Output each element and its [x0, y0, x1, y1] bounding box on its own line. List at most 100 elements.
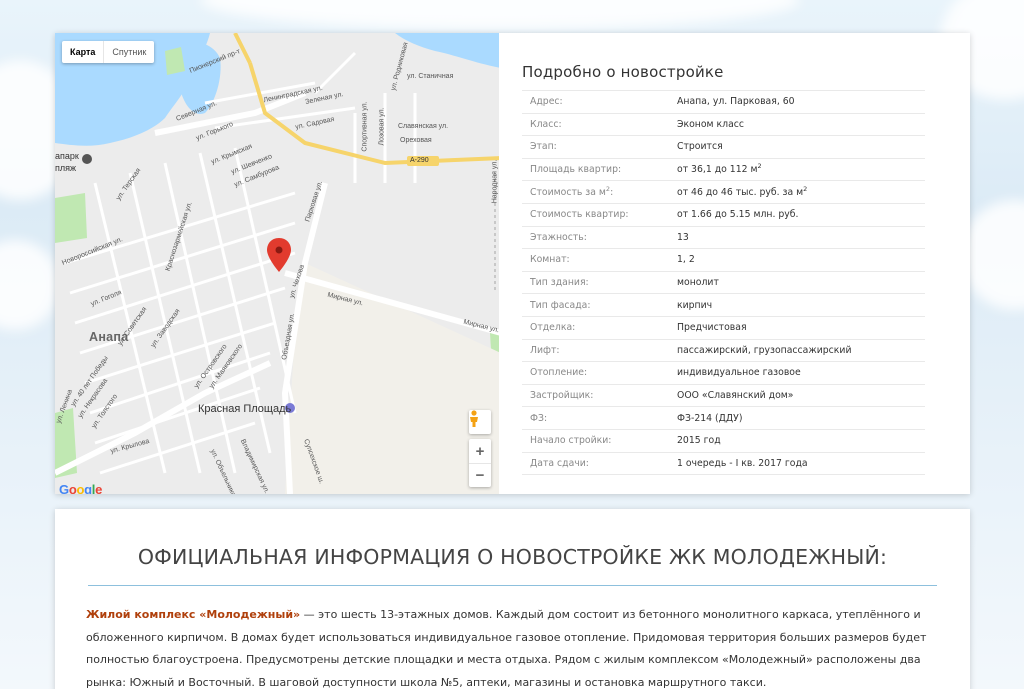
details-value-text: 1, 2 — [677, 254, 695, 266]
street-label: Спортивная ул. — [361, 101, 369, 152]
details-value: ФЗ-214 (ДДУ) — [677, 406, 925, 430]
details-value-text: 2015 год — [677, 435, 721, 447]
details-value-text: индивидуальное газовое — [677, 367, 801, 379]
details-value-text: Строится — [677, 141, 723, 153]
details-key-text: Отопление: — [530, 367, 588, 379]
details-key: Тип здания: — [522, 270, 677, 294]
details-value: кирпич — [677, 293, 925, 317]
cloud-decoration — [200, 0, 800, 30]
details-row: Отделка: Предчистовая — [522, 315, 925, 340]
details-title: Подробно о новостройке — [522, 63, 724, 81]
details-key-text: Тип фасада: — [530, 299, 591, 311]
details-row: Стоимость квартир: от 1.66 до 5.15 млн. р… — [522, 202, 925, 227]
details-key-text: Комнат: — [530, 254, 570, 266]
details-value-text: 13 — [677, 231, 689, 243]
details-key-text: Лифт: — [530, 344, 560, 356]
highway-label: А-290 — [410, 157, 429, 164]
details-key-text: Начало стройки: — [530, 435, 612, 447]
details-row: Тип фасада: кирпич — [522, 293, 925, 317]
details-key: Площадь квартир: — [522, 157, 677, 181]
google-logo: Google — [59, 482, 102, 494]
details-value: 1 очередь - I кв. 2017 года — [677, 451, 925, 476]
details-key: Этап: — [522, 135, 677, 159]
details-value: Предчистовая — [677, 315, 925, 340]
details-key-text: Стоимость квартир: — [530, 209, 629, 221]
details-key-text: Класс: — [530, 118, 562, 130]
details-row: Этап: Строится — [522, 135, 925, 159]
details-key-text: ФЗ: — [530, 412, 548, 424]
details-key-text: Этап: — [530, 141, 557, 153]
details-value: 2015 год — [677, 428, 925, 452]
details-value: от 36,1 до 112 м2 — [677, 157, 925, 181]
map-canvas[interactable] — [55, 33, 499, 494]
details-row: Этажность: 13 — [522, 225, 925, 249]
google-logo-letter: g — [84, 482, 92, 494]
cloud-decoration — [0, 240, 60, 330]
google-logo-letter: G — [59, 482, 69, 494]
map-view[interactable]: Анапа Красная Площадь А-290 апарк пляж П… — [55, 33, 499, 494]
details-key-text: Площадь квартир: — [530, 164, 622, 176]
map-type-toggle: Карта Спутник — [62, 41, 155, 63]
details-value: от 46 до 46 тыс. руб. за м2 — [677, 180, 925, 204]
details-key: Отделка: — [522, 315, 677, 340]
official-info-card: ОФИЦИАЛЬНАЯ ИНФОРМАЦИЯ О НОВОСТРОЙКЕ ЖК … — [55, 509, 970, 689]
details-key-text: Дата сдачи: — [530, 457, 589, 469]
google-logo-letter: o — [76, 482, 85, 494]
details-row: Стоимость за м2: от 46 до 46 тыс. руб. за… — [522, 180, 925, 204]
details-row: Комнат: 1, 2 — [522, 248, 925, 272]
details-value: Строится — [677, 135, 925, 159]
details-key: Отопление: — [522, 361, 677, 385]
beach-label: пляж — [55, 163, 77, 173]
complex-name-link[interactable]: Жилой комплекс «Молодежный» — [86, 608, 300, 621]
details-key-tail: : — [610, 186, 614, 198]
details-row: Отопление: индивидуальное газовое — [522, 361, 925, 385]
street-view-button[interactable] — [469, 410, 491, 434]
street-label: Лозовая ул. — [378, 107, 386, 146]
details-key-text: Стоимость за м — [530, 186, 606, 198]
park-label: апарк — [55, 151, 79, 161]
details-value-text: Анапа, ул. Парковая, 60 — [677, 96, 795, 108]
street-label: Народная ул. — [491, 159, 499, 204]
zoom-out-button[interactable]: − — [469, 463, 491, 487]
details-key: Тип фасада: — [522, 293, 677, 317]
details-key-text: Тип здания: — [530, 277, 589, 289]
details-row: Класс: Эконом класс — [522, 112, 925, 136]
street-label: Ореховая — [400, 137, 432, 144]
details-value-text: кирпич — [677, 299, 713, 311]
zoom-controls: + − — [469, 439, 491, 487]
details-value-text: от 36,1 до 112 м — [677, 164, 758, 176]
details-value: Эконом класс — [677, 112, 925, 136]
details-value-text: Эконом класс — [677, 118, 745, 130]
details-value-text: 1 очередь - I кв. 2017 года — [677, 457, 808, 469]
details-row: Начало стройки: 2015 год — [522, 428, 925, 452]
building-details: Подробно о новостройке Адрес: Анапа, ул. … — [499, 33, 970, 494]
details-row: Адрес: Анапа, ул. Парковая, 60 — [522, 90, 925, 114]
details-value: индивидуальное газовое — [677, 361, 925, 385]
details-value: 13 — [677, 225, 925, 249]
pegman-icon — [470, 410, 478, 427]
details-table: Адрес: Анапа, ул. Парковая, 60 Класс: Эконо… — [522, 90, 925, 476]
map-type-map-button[interactable]: Карта — [62, 41, 103, 63]
details-row: Лифт: пассажирский, грузопассажирский — [522, 338, 925, 362]
details-key: Класс: — [522, 112, 677, 136]
details-row: Застройщик: ООО «Славянский дом» — [522, 383, 925, 407]
details-row: Дата сдачи: 1 очередь - I кв. 2017 года — [522, 451, 925, 476]
details-key-text: Отделка: — [530, 322, 576, 334]
details-value: монолит — [677, 270, 925, 294]
details-key: Этажность: — [522, 225, 677, 249]
details-key-text: Застройщик: — [530, 390, 594, 402]
map-type-satellite-button[interactable]: Спутник — [103, 41, 154, 63]
building-summary-card: Анапа Красная Площадь А-290 апарк пляж П… — [55, 33, 970, 494]
section-heading: ОФИЦИАЛЬНАЯ ИНФОРМАЦИЯ О НОВОСТРОЙКЕ ЖК … — [88, 545, 937, 586]
description-paragraph: Жилой комплекс «Молодежный» — это шесть … — [86, 604, 937, 689]
details-row: Площадь квартир: от 36,1 до 112 м2 — [522, 157, 925, 181]
details-value: пассажирский, грузопассажирский — [677, 338, 925, 362]
zoom-in-button[interactable]: + — [469, 439, 491, 463]
details-value-text: ФЗ-214 (ДДУ) — [677, 412, 743, 424]
details-key-text: Этажность: — [530, 231, 587, 243]
google-logo-letter: e — [95, 482, 103, 494]
details-value-text: ООО «Славянский дом» — [677, 390, 794, 402]
details-value-text: монолит — [677, 277, 719, 289]
details-key: Комнат: — [522, 248, 677, 272]
details-key: Лифт: — [522, 338, 677, 362]
